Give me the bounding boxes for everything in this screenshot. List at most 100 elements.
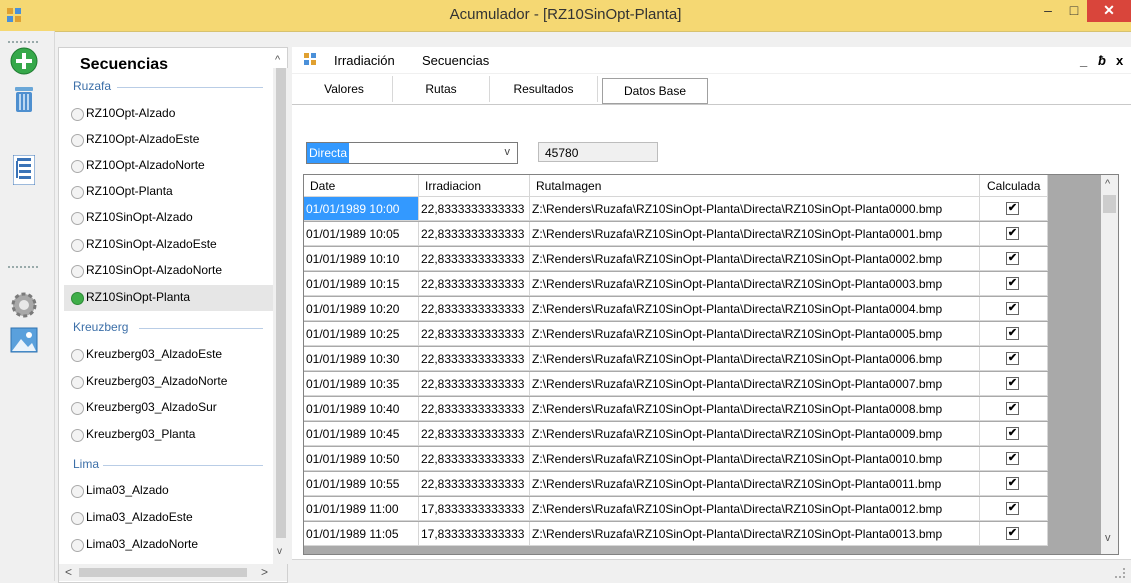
scroll-thumb[interactable] [276,68,286,538]
table-row[interactable]: 01/01/1989 10:30 22,8333333333333 Z:\Rende… [304,347,1048,371]
cell-irradiacion[interactable]: 22,8333333333333 [419,197,530,221]
add-icon[interactable] [9,46,39,76]
sequence-item[interactable]: Kreuzberg03_Planta [64,422,274,448]
checkbox-checked-icon[interactable]: ✔ [1006,277,1019,290]
chevron-up-icon[interactable]: ^ [1105,178,1110,190]
sequence-item[interactable]: Lima03_Alzado [64,478,274,504]
cell-date[interactable]: 01/01/1989 10:50 [304,447,419,471]
scroll-thumb[interactable] [79,568,247,577]
data-grid[interactable]: Date Irradiacion RutaImagen Calculada 01… [303,174,1119,555]
sequence-item[interactable]: Kreuzberg03_AlzadoEste [64,342,274,368]
table-row[interactable]: 01/01/1989 10:05 22,8333333333333 Z:\Rende… [304,222,1048,246]
column-header-date[interactable]: Date [304,175,419,197]
radio-icon[interactable] [71,212,84,225]
sequence-horizontal-scrollbar[interactable]: < > [59,564,287,581]
sequence-vertical-scrollbar[interactable]: v [273,68,289,564]
checkbox-checked-icon[interactable]: ✔ [1006,327,1019,340]
cell-irradiacion[interactable]: 17,8333333333333 [419,522,530,546]
sequence-item[interactable]: RZ10SinOpt-AlzadoNorte [64,258,274,284]
checkbox-checked-icon[interactable]: ✔ [1006,402,1019,415]
radio-icon[interactable] [71,402,84,415]
cell-irradiacion[interactable]: 22,8333333333333 [419,322,530,346]
grid-vertical-scrollbar[interactable]: ^ v [1101,175,1118,554]
checkbox-checked-icon[interactable]: ✔ [1006,377,1019,390]
menu-irradiacion[interactable]: Irradiación [334,53,395,68]
image-icon[interactable] [9,325,39,355]
cell-rutaimagen[interactable]: Z:\Renders\Ruzafa\RZ10SinOpt-Planta\Dire… [530,397,980,421]
sequence-item[interactable]: RZ10SinOpt-AlzadoEste [64,232,274,258]
table-row[interactable]: 01/01/1989 10:55 22,8333333333333 Z:\Rende… [304,472,1048,496]
chevron-down-icon[interactable]: v [277,546,282,557]
cell-rutaimagen[interactable]: Z:\Renders\Ruzafa\RZ10SinOpt-Planta\Dire… [530,222,980,246]
tree-icon[interactable] [13,155,35,185]
radio-icon[interactable] [71,376,84,389]
checkbox-checked-icon[interactable]: ✔ [1006,427,1019,440]
cell-date[interactable]: 01/01/1989 10:05 [304,222,419,246]
column-header-irradiacion[interactable]: Irradiacion [419,175,530,197]
tab-rutas[interactable]: Rutas [393,76,490,102]
cell-date[interactable]: 01/01/1989 10:35 [304,372,419,396]
gear-icon[interactable] [9,290,39,320]
cell-date[interactable]: 01/01/1989 10:55 [304,472,419,496]
tab-datos-base[interactable]: Datos Base [602,78,708,104]
chevron-down-icon[interactable]: v [1105,532,1111,544]
mdi-restore-button[interactable]: ƀ [1098,53,1106,68]
sequence-item[interactable]: Kreuzberg03_AlzadoSur [64,395,274,421]
cell-date[interactable]: 01/01/1989 10:30 [304,347,419,371]
cell-irradiacion[interactable]: 22,8333333333333 [419,372,530,396]
cell-rutaimagen[interactable]: Z:\Renders\Ruzafa\RZ10SinOpt-Planta\Dire… [530,297,980,321]
cell-rutaimagen[interactable]: Z:\Renders\Ruzafa\RZ10SinOpt-Planta\Dire… [530,197,980,221]
chevron-right-icon[interactable]: > [261,565,268,579]
chevron-left-icon[interactable]: < [65,565,72,579]
column-header-rutaimagen[interactable]: RutaImagen [530,175,980,197]
checkbox-checked-icon[interactable]: ✔ [1006,502,1019,515]
sequence-item-selected[interactable]: RZ10SinOpt-Planta [64,285,274,311]
sequence-item[interactable]: Lima03_AlzadoEste [64,505,274,531]
radio-selected-icon[interactable] [71,292,84,305]
cell-date[interactable]: 01/01/1989 10:20 [304,297,419,321]
cell-rutaimagen[interactable]: Z:\Renders\Ruzafa\RZ10SinOpt-Planta\Dire… [530,522,980,546]
cell-rutaimagen[interactable]: Z:\Renders\Ruzafa\RZ10SinOpt-Planta\Dire… [530,472,980,496]
table-row[interactable]: 01/01/1989 10:35 22,8333333333333 Z:\Rende… [304,372,1048,396]
mdi-close-button[interactable]: x [1116,53,1123,68]
radio-icon[interactable] [71,539,84,552]
sequence-item[interactable]: RZ10Opt-AlzadoNorte [64,153,274,179]
source-dropdown[interactable]: Directa v [306,142,518,164]
cell-irradiacion[interactable]: 22,8333333333333 [419,472,530,496]
scroll-thumb[interactable] [1103,195,1116,213]
radio-icon[interactable] [71,160,84,173]
column-header-calculada[interactable]: Calculada [980,175,1048,197]
table-row[interactable]: 01/01/1989 10:20 22,8333333333333 Z:\Rende… [304,297,1048,321]
table-row[interactable]: 01/01/1989 10:25 22,8333333333333 Z:\Rende… [304,322,1048,346]
radio-icon[interactable] [71,485,84,498]
table-row[interactable]: 01/01/1989 10:15 22,8333333333333 Z:\Rende… [304,272,1048,296]
scroll-up-arrow[interactable]: ^ [275,54,280,66]
cell-rutaimagen[interactable]: Z:\Renders\Ruzafa\RZ10SinOpt-Planta\Dire… [530,322,980,346]
cell-rutaimagen[interactable]: Z:\Renders\Ruzafa\RZ10SinOpt-Planta\Dire… [530,347,980,371]
cell-date[interactable]: 01/01/1989 10:45 [304,422,419,446]
checkbox-checked-icon[interactable]: ✔ [1006,302,1019,315]
cell-date[interactable]: 01/01/1989 10:25 [304,322,419,346]
cell-irradiacion[interactable]: 22,8333333333333 [419,272,530,296]
sequence-item[interactable]: RZ10Opt-Planta [64,179,274,205]
cell-date[interactable]: 01/01/1989 10:15 [304,272,419,296]
radio-icon[interactable] [71,108,84,121]
checkbox-checked-icon[interactable]: ✔ [1006,252,1019,265]
tab-resultados[interactable]: Resultados [490,76,598,102]
resize-grip-icon[interactable] [1115,568,1125,578]
radio-icon[interactable] [71,512,84,525]
table-row[interactable]: 01/01/1989 11:05 17,8333333333333 Z:\Rende… [304,522,1048,546]
cell-rutaimagen[interactable]: Z:\Renders\Ruzafa\RZ10SinOpt-Planta\Dire… [530,272,980,296]
table-row[interactable]: 01/01/1989 11:00 17,8333333333333 Z:\Rende… [304,497,1048,521]
table-row[interactable]: 01/01/1989 10:00 22,8333333333333 Z:\Rende… [304,197,1048,221]
cell-date[interactable]: 01/01/1989 10:00 [304,197,419,221]
checkbox-checked-icon[interactable]: ✔ [1006,352,1019,365]
checkbox-checked-icon[interactable]: ✔ [1006,452,1019,465]
cell-rutaimagen[interactable]: Z:\Renders\Ruzafa\RZ10SinOpt-Planta\Dire… [530,372,980,396]
child-window-icon[interactable] [304,53,316,65]
sequence-item[interactable]: RZ10Opt-AlzadoEste [64,127,274,153]
radio-icon[interactable] [71,349,84,362]
cell-irradiacion[interactable]: 17,8333333333333 [419,497,530,521]
cell-rutaimagen[interactable]: Z:\Renders\Ruzafa\RZ10SinOpt-Planta\Dire… [530,497,980,521]
radio-icon[interactable] [71,186,84,199]
